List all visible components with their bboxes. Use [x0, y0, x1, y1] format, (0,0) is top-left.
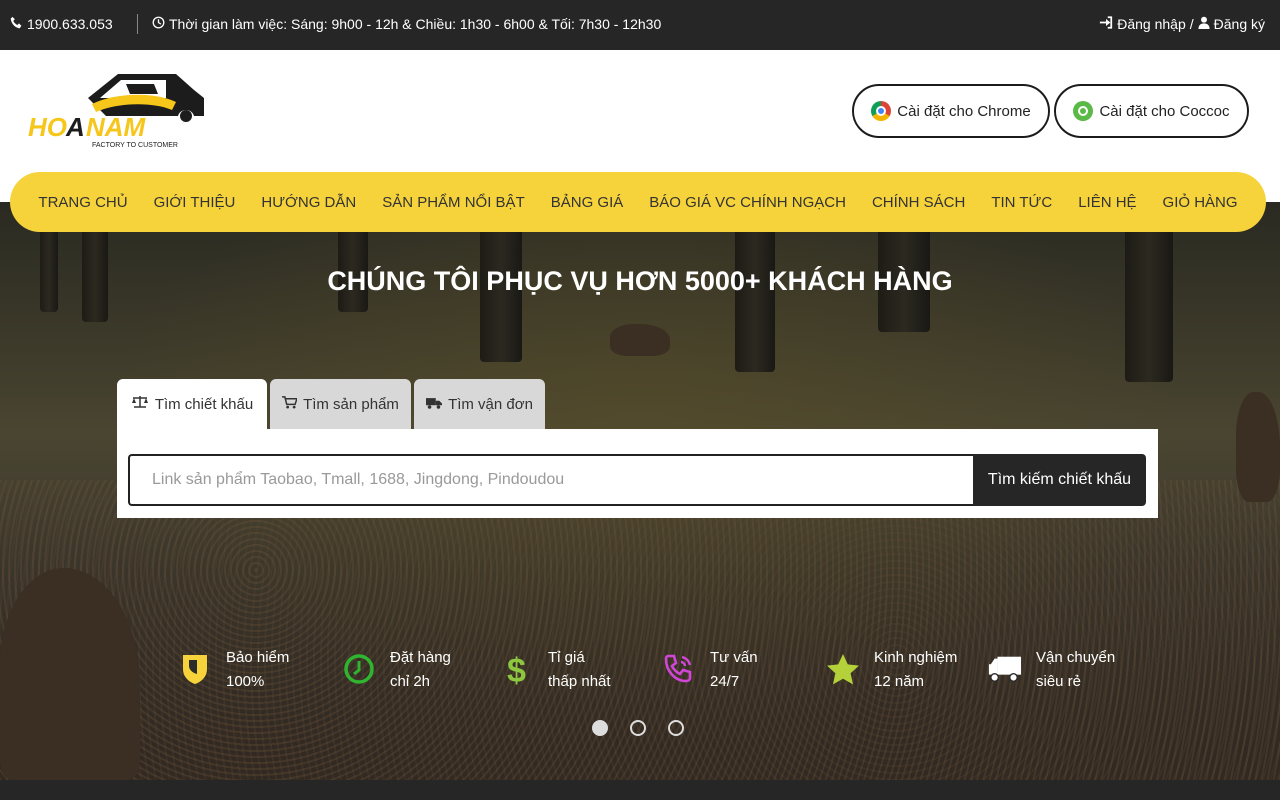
nav-item-cart[interactable]: GIỎ HÀNG: [1150, 194, 1251, 211]
product-link-input[interactable]: [128, 454, 973, 506]
feature-insurance: Bảo hiểm 100%: [178, 646, 289, 694]
clock-icon: [152, 16, 165, 32]
feature-line-1: Kinh nghiệm: [874, 649, 958, 666]
phone-volume-icon: [662, 652, 696, 686]
feature-line-1: Tư vấn: [710, 649, 758, 666]
install-chrome-button[interactable]: Cài đặt cho Chrome: [852, 84, 1050, 138]
feature-support: Tư vấn 24/7: [662, 646, 758, 694]
login-link[interactable]: Đăng nhập: [1117, 16, 1186, 32]
hero-title: CHÚNG TÔI PHỤC VỤ HƠN 5000+ KHÁCH HÀNG: [327, 266, 953, 296]
register-link[interactable]: Đăng ký: [1214, 16, 1265, 32]
phone-icon: [10, 16, 23, 32]
install-coccoc-label: Cài đặt cho Coccoc: [1099, 102, 1230, 120]
feature-line-2: 12 năm: [874, 673, 925, 690]
feature-line-1: Bảo hiểm: [226, 649, 290, 666]
truck-icon: [426, 396, 443, 413]
feature-exchange-rate: $ Tỉ giá thấp nhất: [500, 646, 611, 694]
svg-text:A: A: [65, 112, 85, 142]
star-icon: [826, 652, 860, 686]
feature-order-time: Đặt hàng chỉ 2h: [342, 646, 451, 694]
search-tabs: Tìm chiết khấu Tìm sản phẩm Tìm vận đơn: [117, 379, 545, 429]
carousel-dot-3[interactable]: [668, 720, 684, 736]
deer-image: [610, 324, 670, 356]
auth-links: Đăng nhập / Đăng ký: [1099, 16, 1265, 32]
svg-text:NAM: NAM: [86, 112, 147, 142]
clock-icon: [342, 652, 376, 686]
svg-text:FACTORY TO CUSTOMER: FACTORY TO CUSTOMER: [92, 142, 178, 149]
hero-banner: CHÚNG TÔI PHỤC VỤ HƠN 5000+ KHÁCH HÀNG T…: [0, 202, 1280, 780]
nav-item-news[interactable]: TIN TỨC: [978, 194, 1065, 211]
tab-label: Tìm chiết khấu: [154, 395, 254, 413]
main-nav: TRANG CHỦ GIỚI THIỆU HƯỚNG DẪN SẢN PHẨM …: [10, 172, 1266, 232]
auth-divider: /: [1189, 16, 1194, 32]
cart-icon: [282, 395, 299, 413]
nav-item-guide[interactable]: HƯỚNG DẪN: [248, 194, 369, 211]
nav-item-featured-products[interactable]: SẢN PHẨM NỔI BẬT: [369, 194, 538, 211]
nav-item-policy[interactable]: CHÍNH SÁCH: [859, 194, 978, 211]
hotline-number: 1900.633.053: [27, 16, 113, 32]
user-icon: [1198, 16, 1210, 32]
svg-text:HO: HO: [28, 112, 67, 142]
tab-discount-search[interactable]: Tìm chiết khấu: [117, 379, 267, 429]
dollar-icon: $: [500, 652, 534, 687]
nav-item-about[interactable]: GIỚI THIỆU: [141, 194, 249, 211]
shield-icon: [178, 652, 212, 686]
carousel-dot-1[interactable]: [592, 720, 608, 736]
truck-icon: [988, 652, 1022, 686]
working-hours: Thời gian làm việc: Sáng: 9h00 - 12h & C…: [152, 16, 661, 32]
feature-line-2: 24/7: [710, 673, 740, 690]
tab-label: Tìm vận đơn: [448, 395, 533, 413]
feature-line-2: chỉ 2h: [390, 673, 431, 690]
feature-experience: Kinh nghiệm 12 năm: [826, 646, 957, 694]
search-discount-button[interactable]: Tìm kiếm chiết khấu: [973, 454, 1146, 506]
chrome-icon: [871, 101, 892, 121]
carousel-indicators: [592, 720, 684, 736]
feature-line-2: thấp nhất: [548, 673, 611, 690]
nav-item-official-shipping-quote[interactable]: BÁO GIÁ VC CHÍNH NGẠCH: [636, 194, 859, 211]
working-hours-text: Thời gian làm việc: Sáng: 9h00 - 12h & C…: [169, 16, 662, 32]
hotline[interactable]: 1900.633.053: [10, 16, 113, 32]
install-coccoc-button[interactable]: Cài đặt cho Coccoc: [1054, 84, 1249, 138]
install-chrome-label: Cài đặt cho Chrome: [897, 102, 1031, 120]
tab-label: Tìm sản phẩm: [303, 395, 399, 413]
nav-item-pricing[interactable]: BẢNG GIÁ: [538, 194, 637, 211]
feature-line-2: siêu rẻ: [1036, 673, 1082, 690]
site-logo[interactable]: HO A NAM FACTORY TO CUSTOMER: [26, 68, 212, 152]
sign-in-icon: [1099, 16, 1113, 32]
tab-product-search[interactable]: Tìm sản phẩm: [270, 379, 411, 429]
deer-image: [1236, 392, 1280, 502]
feature-line-2: 100%: [226, 673, 265, 690]
top-bar: 1900.633.053 Thời gian làm việc: Sáng: 9…: [0, 0, 1280, 50]
coccoc-icon: [1073, 101, 1094, 121]
feature-line-1: Tỉ giá: [548, 649, 585, 666]
tab-tracking-search[interactable]: Tìm vận đơn: [414, 379, 545, 429]
carousel-dot-2[interactable]: [630, 720, 646, 736]
svg-text:$: $: [507, 652, 526, 687]
feature-shipping: Vận chuyển siêu rẻ: [988, 646, 1115, 694]
nav-item-contact[interactable]: LIÊN HỆ: [1065, 194, 1149, 211]
feature-line-1: Vận chuyển: [1036, 649, 1116, 666]
divider: [137, 14, 138, 34]
search-panel: Tìm kiếm chiết khấu: [117, 429, 1158, 518]
section-footer-strip: [0, 780, 1280, 800]
nav-item-home[interactable]: TRANG CHỦ: [25, 194, 140, 211]
balance-scale-icon: [131, 395, 149, 413]
feature-line-1: Đặt hàng: [390, 649, 451, 666]
